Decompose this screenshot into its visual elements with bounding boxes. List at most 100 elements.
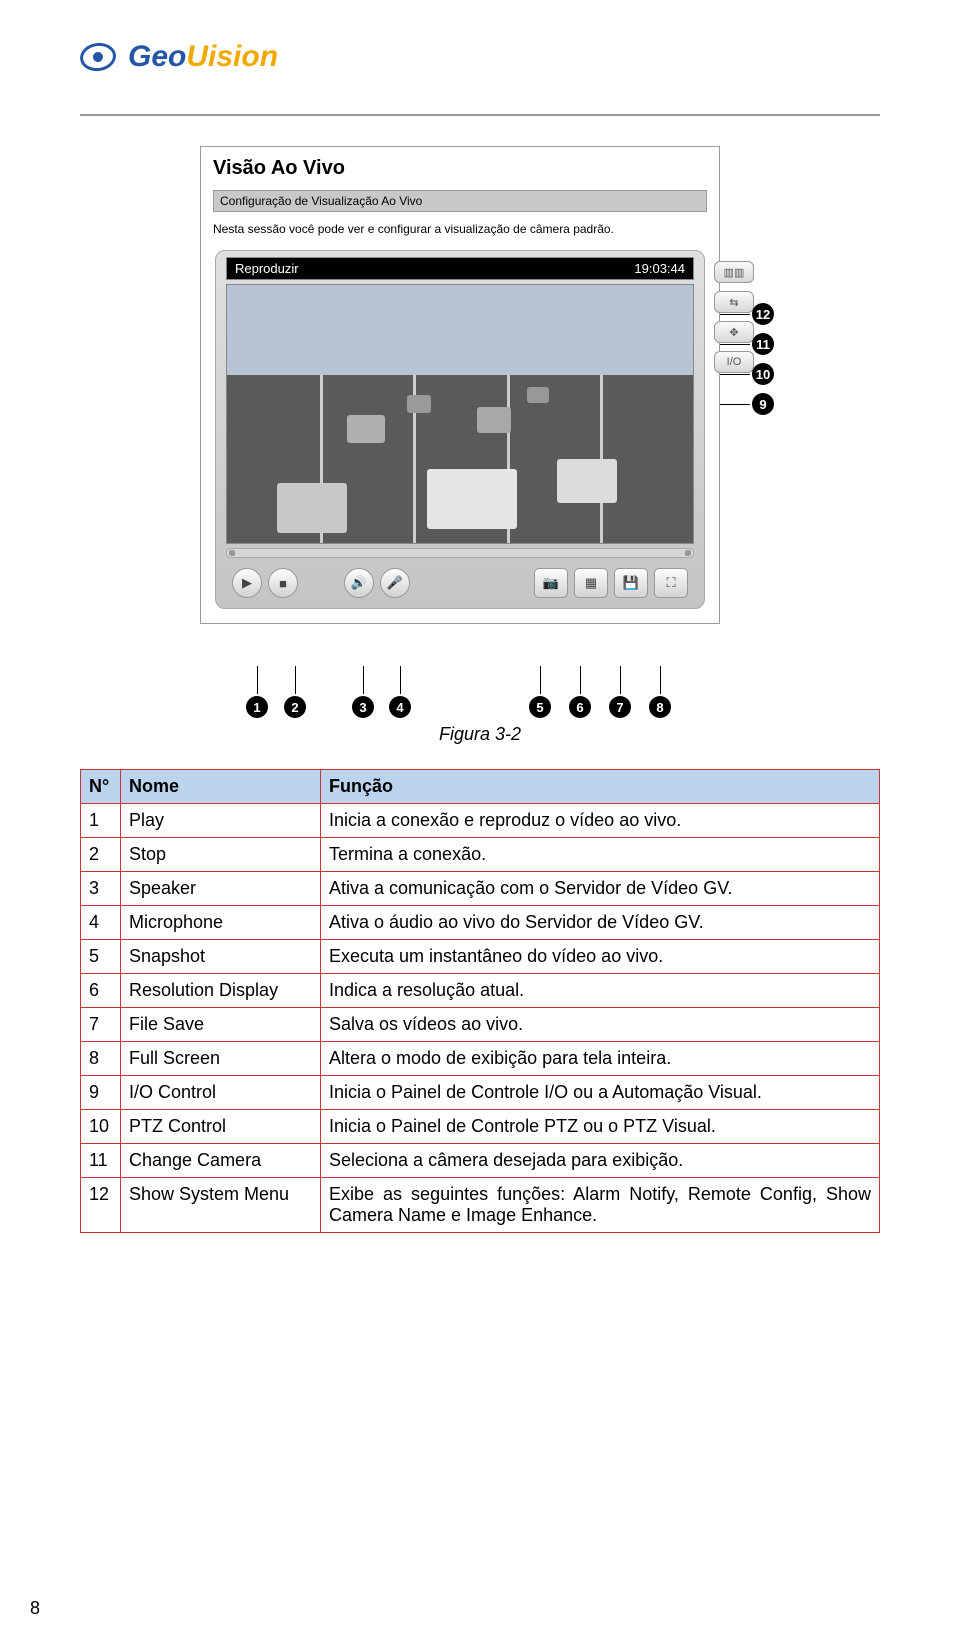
- brand-logo: GeoUision: [80, 40, 880, 74]
- control-row: ▶ ■ 🔊 🎤 📷 ▦ 💾 ⛶: [226, 568, 694, 598]
- cell-func: Indica a resolução atual.: [321, 974, 880, 1008]
- table-row: 8Full ScreenAltera o modo de exibição pa…: [81, 1042, 880, 1076]
- cell-n: 9: [81, 1076, 121, 1110]
- resolution-button[interactable]: ▦: [574, 568, 608, 598]
- microphone-button[interactable]: 🎤: [380, 568, 410, 598]
- cell-func: Ativa o áudio ao vivo do Servidor de Víd…: [321, 906, 880, 940]
- cell-nome: Snapshot: [121, 940, 321, 974]
- callout-5: 5: [529, 696, 551, 718]
- figure-wrap: Visão Ao Vivo Configuração de Visualizaç…: [200, 146, 760, 704]
- callout-11: 11: [752, 333, 774, 355]
- table-row: 7File SaveSalva os vídeos ao vivo.: [81, 1008, 880, 1042]
- cell-nome: Full Screen: [121, 1042, 321, 1076]
- th-nome: Nome: [121, 770, 321, 804]
- play-icon: ▶: [242, 575, 252, 591]
- cell-nome: I/O Control: [121, 1076, 321, 1110]
- cell-func: Seleciona a câmera desejada para exibiçã…: [321, 1144, 880, 1178]
- cell-func: Termina a conexão.: [321, 838, 880, 872]
- cell-nome: Stop: [121, 838, 321, 872]
- resolution-icon: ▦: [585, 575, 597, 591]
- cell-n: 8: [81, 1042, 121, 1076]
- menu-icon: ▥▥: [724, 266, 745, 279]
- table-row: 11Change CameraSeleciona a câmera deseja…: [81, 1144, 880, 1178]
- cell-func: Inicia o Painel de Controle PTZ ou o PTZ…: [321, 1110, 880, 1144]
- window-title: Visão Ao Vivo: [213, 157, 707, 180]
- change-camera-button[interactable]: ⇆: [714, 291, 754, 313]
- liveview-window: Visão Ao Vivo Configuração de Visualizaç…: [200, 146, 720, 624]
- speaker-button[interactable]: 🔊: [344, 568, 374, 598]
- cell-nome: Resolution Display: [121, 974, 321, 1008]
- cell-n: 3: [81, 872, 121, 906]
- callout-4: 4: [389, 696, 411, 718]
- cell-nome: Microphone: [121, 906, 321, 940]
- speaker-icon: 🔊: [351, 575, 367, 591]
- callout-8: 8: [649, 696, 671, 718]
- cell-func: Inicia a conexão e reproduz o vídeo ao v…: [321, 804, 880, 838]
- cell-n: 1: [81, 804, 121, 838]
- callout-6: 6: [569, 696, 591, 718]
- callout-3: 3: [352, 696, 374, 718]
- camera-icon: 📷: [543, 575, 559, 591]
- player-label-right: 19:03:44: [634, 261, 685, 276]
- play-button[interactable]: ▶: [232, 568, 262, 598]
- cell-func: Inicia o Painel de Controle I/O ou a Aut…: [321, 1076, 880, 1110]
- window-subtitle-bar: Configuração de Visualização Ao Vivo: [213, 190, 707, 212]
- player-header: Reproduzir 19:03:44: [226, 257, 694, 280]
- header-rule: [80, 114, 880, 116]
- callout-10: 10: [752, 363, 774, 385]
- cell-nome: File Save: [121, 1008, 321, 1042]
- cell-n: 5: [81, 940, 121, 974]
- snapshot-button[interactable]: 📷: [534, 568, 568, 598]
- logo-eye-icon: [78, 41, 118, 74]
- save-icon: 💾: [623, 575, 639, 591]
- table-row: 4MicrophoneAtiva o áudio ao vivo do Serv…: [81, 906, 880, 940]
- cell-func: Ativa a comunicação com o Servidor de Ví…: [321, 872, 880, 906]
- figure-caption: Figura 3-2: [80, 724, 880, 745]
- cell-nome: Play: [121, 804, 321, 838]
- progress-bar[interactable]: [226, 548, 694, 558]
- cell-nome: Show System Menu: [121, 1178, 321, 1233]
- cell-n: 4: [81, 906, 121, 940]
- cell-func: Executa um instantâneo do vídeo ao vivo.: [321, 940, 880, 974]
- video-area: [226, 284, 694, 544]
- cell-nome: Speaker: [121, 872, 321, 906]
- filesave-button[interactable]: 💾: [614, 568, 648, 598]
- cell-func: Salva os vídeos ao vivo.: [321, 1008, 880, 1042]
- cell-n: 10: [81, 1110, 121, 1144]
- cell-func: Altera o modo de exibição para tela inte…: [321, 1042, 880, 1076]
- video-player: Reproduzir 19:03:44: [215, 250, 705, 609]
- cell-n: 2: [81, 838, 121, 872]
- table-row: 3SpeakerAtiva a comunicação com o Servid…: [81, 872, 880, 906]
- window-description: Nesta sessão você pode ver e configurar …: [213, 222, 707, 236]
- cell-n: 12: [81, 1178, 121, 1233]
- callout-7: 7: [609, 696, 631, 718]
- table-row: 12Show System MenuExibe as seguintes fun…: [81, 1178, 880, 1233]
- stop-button[interactable]: ■: [268, 568, 298, 598]
- logo-part1: Geo: [128, 40, 186, 73]
- io-control-button[interactable]: I/O: [714, 351, 754, 373]
- table-row: 10PTZ ControlInicia o Painel de Controle…: [81, 1110, 880, 1144]
- table-header-row: N° Nome Função: [81, 770, 880, 804]
- cell-nome: Change Camera: [121, 1144, 321, 1178]
- system-menu-button[interactable]: ▥▥: [714, 261, 754, 283]
- fullscreen-icon: ⛶: [666, 575, 675, 591]
- th-func: Função: [321, 770, 880, 804]
- cell-n: 11: [81, 1144, 121, 1178]
- player-label-left: Reproduzir: [235, 261, 299, 276]
- logo-text: GeoUision: [128, 40, 278, 74]
- ptz-control-button[interactable]: ✥: [714, 321, 754, 343]
- callout-2: 2: [284, 696, 306, 718]
- side-buttons: ▥▥ ⇆ ✥ I/O: [714, 261, 754, 373]
- fullscreen-button[interactable]: ⛶: [654, 568, 688, 598]
- logo-part2: Uision: [186, 40, 278, 73]
- function-table: N° Nome Função 1PlayInicia a conexão e r…: [80, 769, 880, 1233]
- mic-icon: 🎤: [387, 575, 403, 591]
- th-n: N°: [81, 770, 121, 804]
- ptz-icon: ✥: [729, 326, 738, 339]
- callout-1: 1: [246, 696, 268, 718]
- table-row: 2StopTermina a conexão.: [81, 838, 880, 872]
- table-row: 9I/O ControlInicia o Painel de Controle …: [81, 1076, 880, 1110]
- cell-nome: PTZ Control: [121, 1110, 321, 1144]
- table-row: 5SnapshotExecuta um instantâneo do vídeo…: [81, 940, 880, 974]
- callout-12: 12: [752, 303, 774, 325]
